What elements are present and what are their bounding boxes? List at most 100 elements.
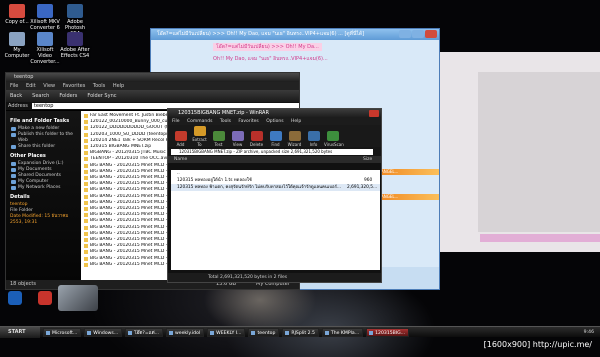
background-window-preview[interactable]	[440, 52, 600, 252]
watermark: [1600x900] http://upic.me/	[483, 340, 592, 349]
close-button[interactable]	[369, 110, 379, 117]
menu-favorites[interactable]: Favorites	[63, 83, 86, 89]
preview-pink-band	[480, 234, 600, 242]
archive-row[interactable]: 120315 พลทองอยู่ใต้น้ำ 1.ts ทดลองใช้ 960	[171, 177, 380, 184]
video-converter-icon	[37, 32, 53, 46]
winrar-window[interactable]: 120315BIGBANG MNET.zip - WinRAR File Com…	[167, 108, 382, 283]
rar-menu-tools[interactable]: Tools	[220, 119, 231, 124]
taskbar-item[interactable]: weekly.idol	[166, 327, 205, 337]
quick-launch-dock	[0, 285, 115, 325]
rar-wizard-button[interactable]: Wizard	[286, 131, 303, 147]
address-label: Address	[8, 103, 28, 109]
rar-menu-help[interactable]: Help	[291, 119, 301, 124]
desktop-icon-mkv-converter[interactable]: Xilisoft MKV Converter 6	[30, 4, 60, 31]
winrar-title: 120315BIGBANG MNET.zip - WinRAR	[178, 110, 269, 116]
search-button[interactable]: Search	[32, 93, 49, 99]
menu-file[interactable]: File	[10, 83, 18, 89]
archive-row[interactable]: ..	[171, 170, 380, 177]
taskbar: START Microsoft... Windows... โอ๊ต?=แต่...…	[0, 326, 600, 338]
menu-edit[interactable]: Edit	[26, 83, 36, 89]
details-date: Date Modified: 15 ธันวาคม 2553, 19:31	[10, 214, 69, 225]
tasks-heading[interactable]: File and Folder Tasks	[10, 118, 77, 124]
winrar-titlebar[interactable]: 120315BIGBANG MNET.zip - WinRAR	[168, 109, 381, 118]
desktop-icon-copy[interactable]: Copy of...	[2, 4, 32, 25]
desktop-icon-my-computer[interactable]: My Computer	[2, 32, 32, 59]
start-button[interactable]: START	[0, 326, 40, 338]
video-converter-icon	[37, 4, 53, 18]
folders-button[interactable]: Folders	[59, 93, 77, 99]
quicktime-icon[interactable]	[8, 291, 22, 305]
adobe-icon[interactable]	[38, 291, 52, 305]
menu-view[interactable]: View	[43, 83, 55, 89]
chat-tag-2: ANGEL...	[379, 194, 439, 200]
rar-menu-commands[interactable]: Commands	[187, 119, 212, 124]
taskbar-item[interactable]: Windows...	[84, 327, 123, 337]
menu-tools[interactable]: Tools	[93, 83, 105, 89]
test-icon	[212, 131, 225, 141]
minimize-button[interactable]	[399, 30, 411, 38]
back-button[interactable]: Back	[10, 93, 22, 99]
place-network[interactable]: My Network Places	[10, 185, 77, 191]
rar-menu-file[interactable]: File	[172, 119, 180, 124]
taskbar-item[interactable]: 120315BIG...	[366, 327, 410, 337]
menu-help[interactable]: Help	[113, 83, 124, 89]
winrar-path-bar: 120315BIGBANG MNET.zip - ZIP archive, un…	[168, 147, 381, 156]
photoshop-icon	[67, 4, 83, 18]
rar-virusscan-button[interactable]: VirusScan	[324, 131, 344, 147]
winrar-column-headers: Name Size	[168, 156, 381, 163]
taskbar-item[interactable]: RJSplit 2.5	[282, 327, 319, 337]
archive-file-list[interactable]: .. 120315 พลทองอยู่ใต้น้ำ 1.ts ทดลองใช้ …	[171, 170, 380, 270]
taskbar-item[interactable]: โอ๊ต?=แต่...	[125, 327, 164, 337]
winrar-menubar: File Commands Tools Favorites Options He…	[168, 118, 381, 125]
task-share-folder[interactable]: Share this folder	[10, 144, 77, 150]
desktop-icon-after-effects[interactable]: Adobe After Effects CS4	[60, 32, 90, 59]
explorer-menubar: File Edit View Favorites Tools Help	[6, 82, 299, 90]
column-size[interactable]: Size	[363, 156, 372, 163]
rar-delete-button[interactable]: Delete	[248, 131, 265, 147]
delete-icon	[250, 131, 263, 141]
taskbar-item[interactable]: WEEKLY I...	[207, 327, 246, 337]
rar-extract-to-button[interactable]: Extract To	[191, 126, 208, 147]
rar-test-button[interactable]: Test	[210, 131, 227, 147]
logo-icon	[58, 285, 98, 311]
chat-window-titlebar[interactable]: โอ๊ต?=แต่ไม่มีวันเปลี่ยน) >>> Oh!! My Da…	[151, 29, 439, 40]
view-icon	[231, 131, 244, 141]
rar-info-button[interactable]: Info	[305, 131, 322, 147]
folder-sync-button[interactable]: Folder Sync	[87, 93, 116, 99]
details-heading[interactable]: Details	[10, 194, 77, 200]
winrar-statusbar: Total 2,691,321,520 bytes in 2 files	[168, 273, 381, 282]
rar-add-button[interactable]: Add	[172, 131, 189, 147]
rar-view-button[interactable]: View	[229, 131, 246, 147]
virusscan-icon	[326, 131, 339, 141]
taskbar-item[interactable]: The KMPla...	[321, 327, 364, 337]
rar-menu-favorites[interactable]: Favorites	[238, 119, 258, 124]
rar-find-button[interactable]: Find	[267, 131, 284, 147]
task-publish-folder[interactable]: Publish this folder to the Web	[10, 132, 77, 144]
rar-menu-options[interactable]: Options	[266, 119, 283, 124]
column-name[interactable]: Name	[174, 156, 187, 163]
extract-to-icon	[193, 126, 206, 136]
other-places-heading[interactable]: Other Places	[10, 153, 77, 159]
explorer-titlebar[interactable]: teentop	[6, 73, 299, 82]
desktop-icon-video-converter[interactable]: Xilisoft Video Converter...	[30, 32, 60, 65]
archive-path-field[interactable]: 120315BIGBANG MNET.zip - ZIP archive, un…	[171, 148, 373, 155]
winrar-toolbar: Add Extract To Test View Delete Find Wizard Inf…	[168, 125, 381, 147]
taskbar-item[interactable]: Microsoft...	[43, 327, 82, 337]
folder-icon	[9, 4, 25, 18]
clock[interactable]: 9:46	[584, 330, 600, 335]
chat-window-title: โอ๊ต?=แต่ไม่มีวันเปลี่ยน) >>> Oh!! My Da…	[157, 31, 365, 37]
archive-row[interactable]: 120315 พลทอง ฟ้าแตก, คงสุรัตนรักษ์รัก ไม…	[171, 184, 380, 191]
wizard-icon	[288, 131, 301, 141]
add-icon	[174, 131, 187, 141]
explorer-task-pane: File and Folder Tasks Make a new folder …	[6, 111, 81, 281]
preview-content	[478, 72, 600, 232]
find-icon	[269, 131, 282, 141]
explorer-toolbar: Back Search Folders Folder Sync	[6, 90, 299, 102]
chat-tag-1: ANGEL...	[379, 169, 439, 175]
maximize-button[interactable]	[412, 30, 424, 38]
taskbar-item[interactable]: teentop	[248, 327, 280, 337]
close-button[interactable]	[425, 30, 437, 38]
info-icon	[307, 131, 320, 141]
chat-subtitle: Oh!! My Dao, แจม "นเธ" อินทรง..VIP4+แจม(…	[213, 56, 328, 62]
computer-icon	[9, 32, 25, 46]
